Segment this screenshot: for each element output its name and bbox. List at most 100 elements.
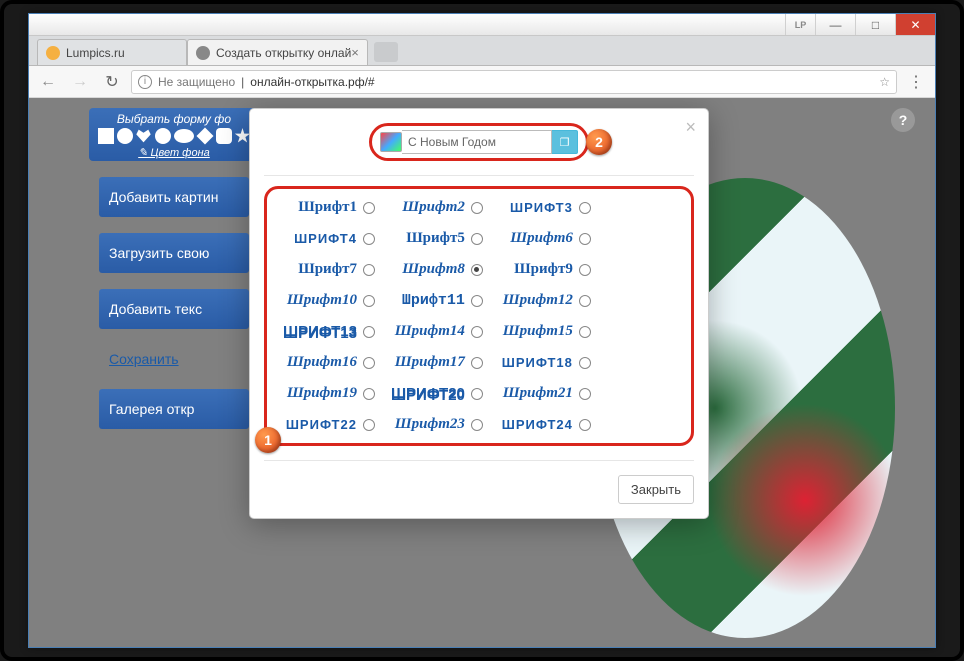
font-option[interactable]: Шрифт7 (277, 259, 381, 280)
font-option[interactable]: ШРИФТ13 (277, 321, 381, 342)
font-option[interactable]: Шрифт14 (385, 321, 489, 342)
font-option[interactable]: Шрифт15 (493, 321, 597, 342)
font-radio[interactable] (363, 202, 375, 214)
reload-button[interactable]: ↻ (99, 69, 125, 95)
shape-oval-icon[interactable] (174, 129, 194, 143)
browser-window: LP — □ ✕ Lumpics.ru Создать открытку онл… (28, 13, 936, 648)
tab-postcard[interactable]: Создать открытку онлай × (187, 39, 368, 65)
window-close-button[interactable]: ✕ (895, 14, 935, 35)
font-sample-label: ШРИФТ13 (283, 323, 357, 340)
font-sample-label: Шрифт8 (402, 261, 465, 278)
font-option[interactable]: Шрифт1 (277, 197, 381, 218)
address-bar: ← → ↻ i Не защищено | онлайн-открытка.рф… (29, 66, 935, 98)
upload-own-button[interactable]: Загрузить свою (99, 233, 249, 273)
minimize-button[interactable]: — (815, 14, 855, 35)
font-radio[interactable] (579, 357, 591, 369)
font-option[interactable]: ШРИФТ24 (493, 414, 597, 435)
shape-picker-title: Выбрать форму фо (95, 112, 253, 126)
shape-rounded-icon[interactable] (216, 128, 232, 144)
font-radio[interactable] (471, 295, 483, 307)
font-radio[interactable] (363, 357, 375, 369)
tab-close-icon[interactable]: × (351, 45, 359, 60)
font-option[interactable]: Шрифт16 (277, 352, 381, 373)
shape-diamond-icon[interactable] (196, 128, 213, 145)
font-sample-label: Шрифт1 (298, 199, 357, 216)
font-option[interactable]: Шрифт17 (385, 352, 489, 373)
font-option[interactable]: Шрифт21 (493, 383, 597, 404)
text-color-swatch[interactable] (380, 132, 402, 152)
font-radio[interactable] (471, 388, 483, 400)
font-radio[interactable] (579, 419, 591, 431)
font-option[interactable]: Шрифт10 (277, 290, 381, 311)
font-sample-label: Шрифт15 (503, 323, 573, 340)
font-sample-label: ШРИФТ20 (391, 385, 465, 402)
font-radio[interactable] (579, 233, 591, 245)
shape-square-icon[interactable] (98, 128, 114, 144)
font-radio[interactable] (471, 264, 483, 276)
back-button[interactable]: ← (35, 69, 61, 95)
shape-circle-icon[interactable] (117, 128, 133, 144)
omnibox[interactable]: i Не защищено | онлайн-открытка.рф/# ☆ (131, 70, 897, 94)
site-info-icon[interactable]: i (138, 75, 152, 89)
font-radio[interactable] (471, 419, 483, 431)
font-radio[interactable] (579, 264, 591, 276)
gallery-button[interactable]: Галерея откр (99, 389, 249, 429)
font-radio[interactable] (471, 357, 483, 369)
font-radio[interactable] (363, 326, 375, 338)
font-option[interactable]: ШРИФТ20 (385, 383, 489, 404)
help-button[interactable]: ? (891, 108, 915, 132)
font-option[interactable]: Шрифт23 (385, 414, 489, 435)
font-radio[interactable] (471, 326, 483, 338)
separator: | (241, 75, 244, 89)
font-option[interactable]: ШРИФТ4 (277, 228, 381, 249)
font-option[interactable]: ШРИФТ3 (493, 197, 597, 218)
font-option[interactable]: Шрифт9 (493, 259, 597, 280)
bg-color-link[interactable]: ✎ Цвет фона (95, 146, 253, 159)
browser-menu-button[interactable]: ⋮ (903, 72, 929, 92)
add-text-button[interactable]: Добавить текс (99, 289, 249, 329)
font-option[interactable]: Шрифт12 (493, 290, 597, 311)
font-option[interactable]: Шрифт8 (385, 259, 489, 280)
tab-lumpics[interactable]: Lumpics.ru (37, 39, 187, 65)
font-radio[interactable] (471, 233, 483, 245)
font-option[interactable]: Шрифт6 (493, 228, 597, 249)
maximize-button[interactable]: □ (855, 14, 895, 35)
font-sample-label: Шрифт11 (402, 292, 465, 309)
font-option[interactable]: ШРИФТ22 (277, 414, 381, 435)
font-sample-label: Шрифт10 (287, 292, 357, 309)
font-option[interactable]: Шрифт11 (385, 290, 489, 311)
font-option[interactable]: Шрифт5 (385, 228, 489, 249)
save-link[interactable]: Сохранить (109, 345, 259, 373)
font-radio[interactable] (579, 295, 591, 307)
new-tab-button[interactable] (374, 42, 398, 62)
font-option[interactable]: Шрифт2 (385, 197, 489, 218)
font-radio[interactable] (363, 295, 375, 307)
font-radio[interactable] (363, 233, 375, 245)
font-radio[interactable] (363, 264, 375, 276)
font-radio[interactable] (579, 326, 591, 338)
modal-close-button[interactable]: × (685, 117, 696, 138)
font-sample-label: Шрифт14 (395, 323, 465, 340)
tab-title: Создать открытку онлай (216, 46, 351, 60)
shape-ellipse-icon[interactable] (155, 128, 171, 144)
font-sample-label: Шрифт12 (503, 292, 573, 309)
font-radio[interactable] (579, 388, 591, 400)
font-option[interactable]: ШРИФТ18 (493, 352, 597, 373)
font-radio[interactable] (579, 202, 591, 214)
font-option[interactable]: Шрифт19 (277, 383, 381, 404)
forward-button[interactable]: → (67, 69, 93, 95)
sidebar: Выбрать форму фо ✎ Цвет фона Добавить ка… (89, 108, 259, 429)
add-image-button[interactable]: Добавить картин (99, 177, 249, 217)
caption-input[interactable] (402, 130, 552, 154)
font-radio[interactable] (363, 388, 375, 400)
font-sample-label: ШРИФТ22 (286, 417, 357, 432)
bookmark-icon[interactable]: ☆ (879, 75, 890, 89)
font-radio[interactable] (363, 419, 375, 431)
font-sample-label: Шрифт5 (406, 230, 465, 247)
font-sample-label: Шрифт6 (510, 230, 573, 247)
shape-heart-icon[interactable] (136, 128, 152, 144)
apply-text-button[interactable]: ❐ (552, 130, 578, 154)
profile-badge[interactable]: LP (785, 14, 815, 35)
font-radio[interactable] (471, 202, 483, 214)
close-button[interactable]: Закрыть (618, 475, 694, 504)
